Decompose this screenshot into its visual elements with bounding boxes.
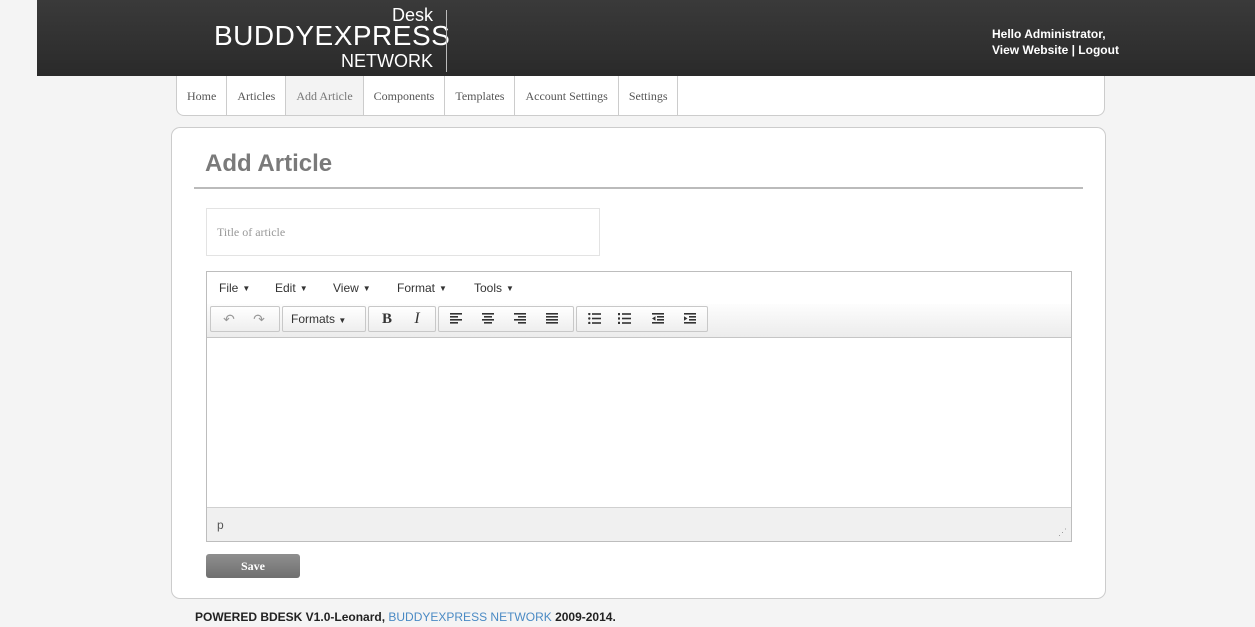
chevron-down-icon: ▼: [338, 316, 347, 325]
chevron-down-icon: ▼: [439, 284, 447, 293]
logo-main-text: BUDDYEXPRESS: [214, 20, 451, 51]
editor-toolbar: ↶ ↷ Formats ▼ B I: [207, 304, 1071, 338]
align-justify-icon[interactable]: [541, 309, 563, 329]
save-button[interactable]: Save: [206, 554, 300, 578]
style-group: B I: [368, 306, 436, 332]
nav-add-article[interactable]: Add Article: [286, 76, 364, 115]
rich-text-editor: File ▼ Edit ▼ View ▼ Format ▼ Tools ▼ ↶ ↷ For…: [206, 271, 1072, 542]
top-header: Desk BUDDYEXPRESS NETWORK Hello Administ…: [37, 0, 1255, 76]
menu-view-label: View: [333, 281, 359, 295]
logo-separator: [446, 10, 447, 72]
main-nav: Home Articles Add Article Components Tem…: [176, 76, 1105, 116]
formats-group: Formats ▼: [282, 306, 366, 332]
element-path[interactable]: p: [217, 518, 224, 532]
page-title: Add Article: [205, 150, 333, 177]
greeting-text: Hello Administrator,: [992, 27, 1106, 41]
formats-dropdown[interactable]: Formats ▼: [291, 309, 363, 329]
outdent-icon[interactable]: [647, 309, 669, 329]
nav-articles[interactable]: Articles: [227, 76, 287, 115]
footer-years: 2009-2014.: [551, 610, 616, 624]
logo-network-text: NETWORK: [341, 51, 433, 71]
align-group: [438, 306, 574, 332]
nav-settings[interactable]: Settings: [619, 76, 679, 115]
editor-content-area[interactable]: [207, 338, 1071, 506]
nav-components[interactable]: Components: [364, 76, 446, 115]
chevron-down-icon: ▼: [362, 284, 371, 293]
footer-powered-text: POWERED BDESK V1.0-Leonard,: [195, 610, 389, 624]
align-right-icon[interactable]: [509, 309, 531, 329]
italic-button[interactable]: I: [405, 309, 429, 329]
footer: POWERED BDESK V1.0-Leonard, BUDDYEXPRESS…: [195, 610, 616, 624]
menu-format[interactable]: Format ▼: [397, 281, 447, 295]
menu-tools[interactable]: Tools ▼: [474, 281, 514, 295]
buddyexpress-logo: Desk BUDDYEXPRESS NETWORK: [214, 0, 451, 76]
editor-statusbar: p ⋰: [207, 507, 1071, 541]
resize-handle-icon[interactable]: ⋰: [1058, 527, 1067, 538]
menu-file[interactable]: File ▼: [219, 281, 250, 295]
user-greeting: Hello Administrator, View Website | Logo…: [992, 26, 1119, 58]
redo-icon[interactable]: ↷: [249, 309, 269, 329]
chevron-down-icon: ▼: [506, 284, 514, 293]
view-website-link[interactable]: View Website: [992, 43, 1068, 57]
align-left-icon[interactable]: [445, 309, 467, 329]
history-group: ↶ ↷: [210, 306, 280, 332]
menu-format-label: Format: [397, 281, 436, 295]
chevron-down-icon: ▼: [242, 284, 251, 293]
formats-label: Formats: [291, 312, 336, 326]
menu-view[interactable]: View ▼: [333, 281, 371, 295]
nav-templates[interactable]: Templates: [445, 76, 516, 115]
article-title-input[interactable]: [206, 208, 600, 256]
bullet-list-icon[interactable]: [583, 309, 605, 329]
title-divider: [194, 187, 1083, 189]
logout-link[interactable]: Logout: [1078, 43, 1119, 57]
indent-icon[interactable]: [679, 309, 701, 329]
link-separator: |: [1068, 43, 1079, 57]
menu-edit[interactable]: Edit ▼: [275, 281, 308, 295]
editor-menubar: File ▼ Edit ▼ View ▼ Format ▼ Tools ▼: [207, 272, 1071, 305]
numbered-list-icon[interactable]: [613, 309, 635, 329]
footer-network-link[interactable]: BUDDYEXPRESS NETWORK: [388, 610, 551, 624]
bold-button[interactable]: B: [375, 309, 399, 329]
chevron-down-icon: ▼: [299, 284, 308, 293]
content-panel: Add Article File▼ Edit▼ View▼ Format▼ To…: [171, 127, 1106, 599]
undo-icon[interactable]: ↶: [219, 309, 239, 329]
menu-tools-label: Tools: [474, 281, 503, 295]
nav-account-settings[interactable]: Account Settings: [515, 76, 619, 115]
nav-home[interactable]: Home: [177, 76, 228, 115]
align-center-icon[interactable]: [477, 309, 499, 329]
list-group: [576, 306, 708, 332]
menu-file-label: File: [219, 281, 239, 295]
menu-edit-label: Edit: [275, 281, 296, 295]
